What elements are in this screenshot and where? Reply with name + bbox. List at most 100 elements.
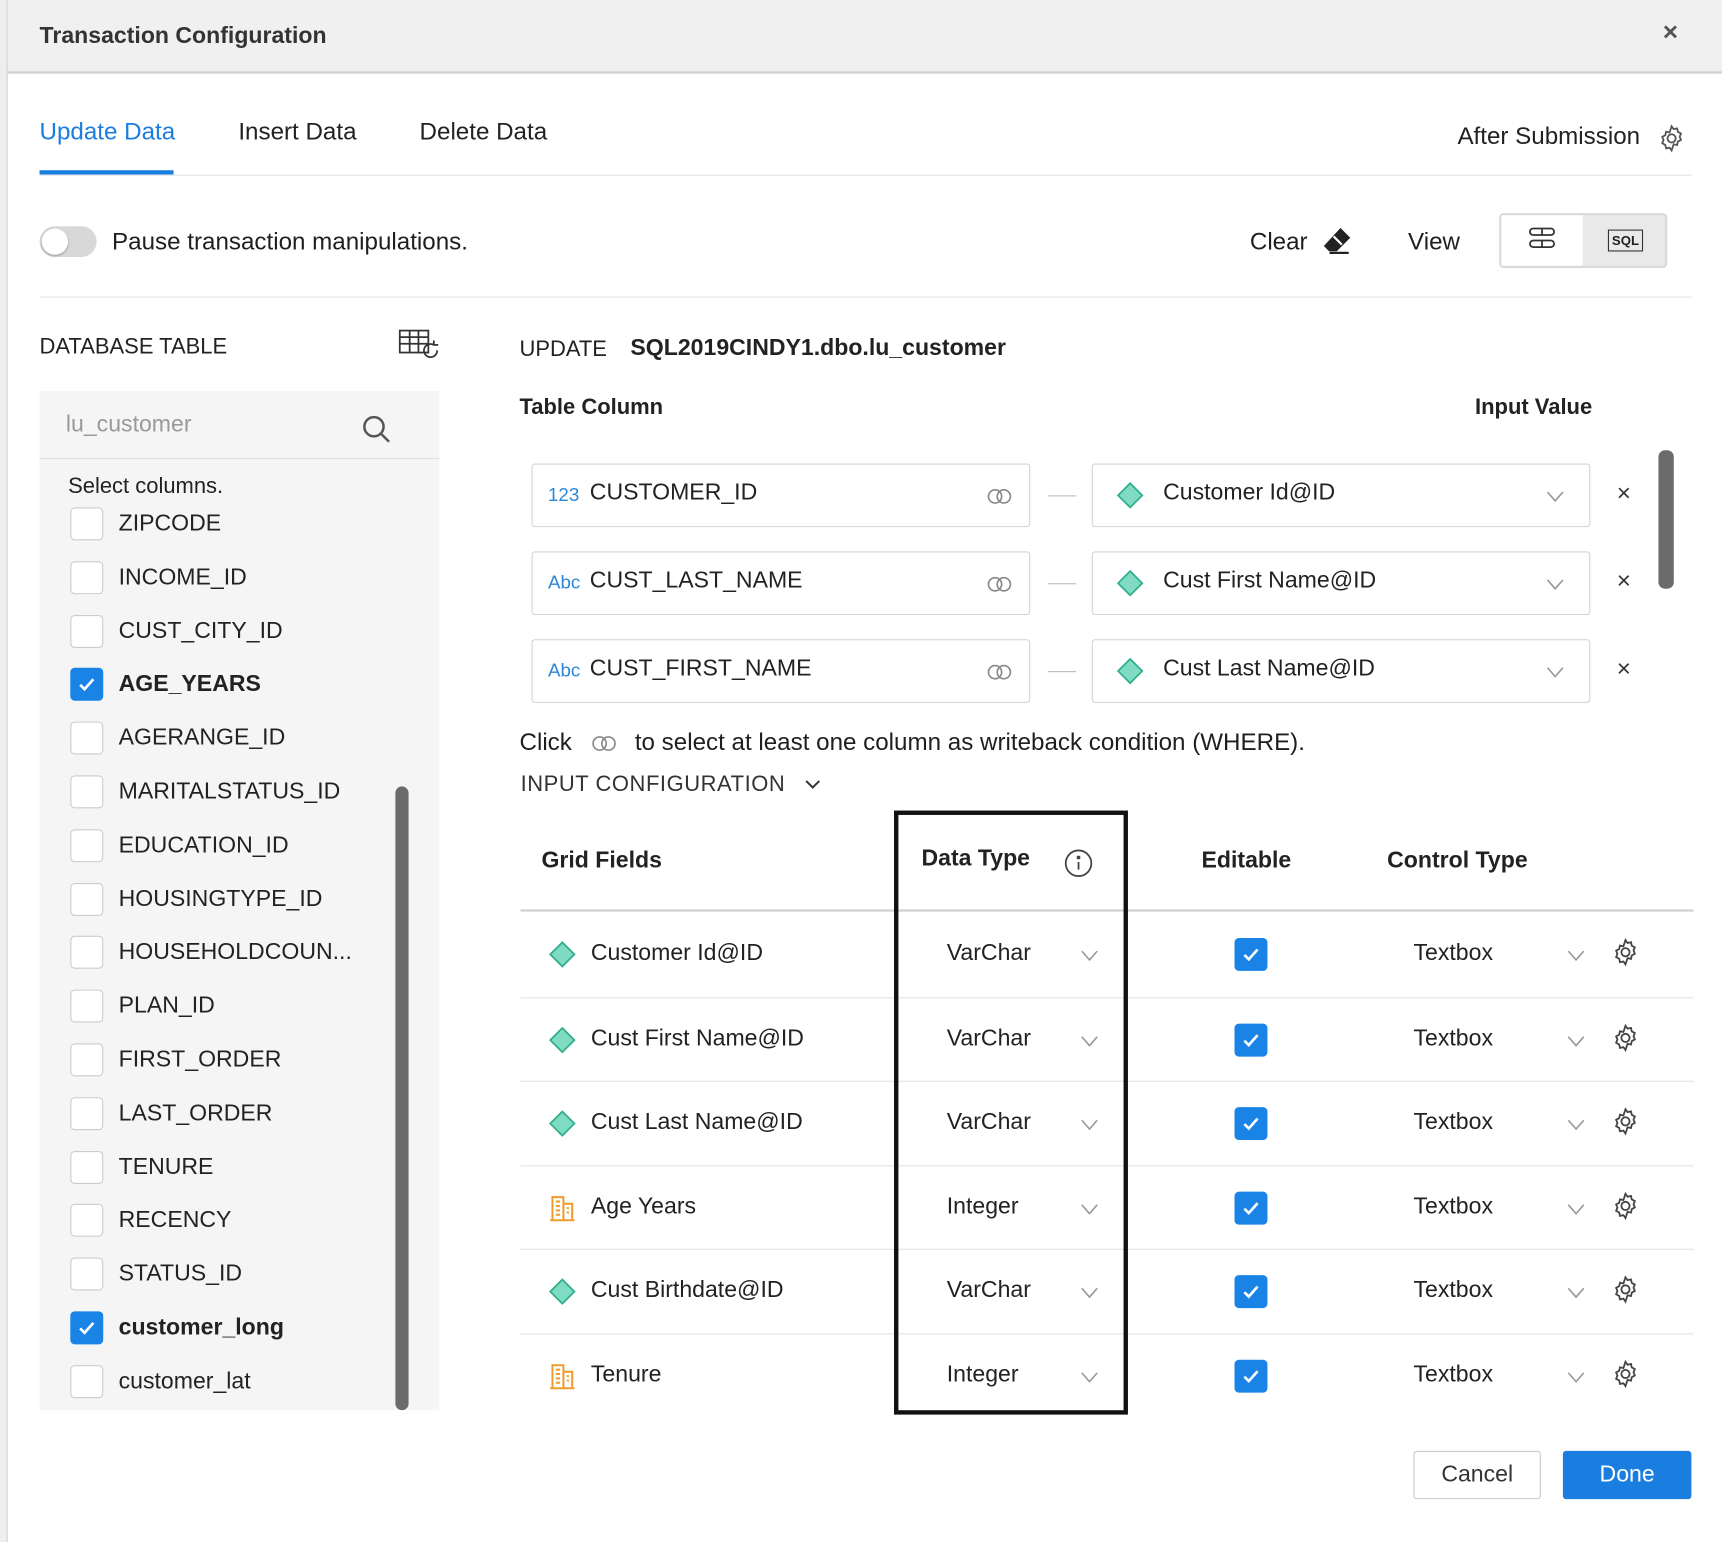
after-submission-label[interactable]: After Submission (1457, 122, 1640, 151)
column-item[interactable]: customer_lat (70, 1362, 251, 1402)
link-icon[interactable] (985, 484, 1014, 514)
column-checkbox[interactable] (70, 1096, 104, 1130)
column-checkbox[interactable] (70, 614, 104, 648)
column-checkbox[interactable] (70, 1204, 104, 1238)
column-name: TENURE (118, 1153, 214, 1180)
table-column-field[interactable]: Abc CUST_LAST_NAME (531, 551, 1031, 616)
table-refresh-icon[interactable] (398, 326, 442, 369)
column-item[interactable]: STATUS_ID (70, 1254, 242, 1294)
link-icon[interactable] (985, 572, 1014, 602)
column-item[interactable]: AGE_YEARS (70, 665, 261, 705)
tab-delete-data[interactable]: Delete Data (420, 118, 548, 147)
gear-icon[interactable] (1610, 1358, 1641, 1394)
editable-checkbox[interactable] (1234, 1359, 1268, 1393)
sql-view-button[interactable]: SQL (1585, 215, 1666, 266)
control-type-select[interactable]: Textbox (1414, 1025, 1493, 1051)
column-item[interactable]: PLAN_ID (70, 986, 215, 1026)
column-checkbox[interactable] (70, 936, 104, 970)
search-icon[interactable] (360, 413, 393, 451)
gear-icon[interactable] (1610, 1190, 1641, 1226)
column-item[interactable]: LAST_ORDER (70, 1094, 272, 1134)
column-checkbox[interactable] (70, 507, 104, 541)
remove-mapping-icon[interactable]: × (1617, 655, 1631, 684)
table-column-field[interactable]: Abc CUST_FIRST_NAME (531, 639, 1031, 703)
chevron-down-icon[interactable] (1564, 1365, 1588, 1395)
column-item[interactable]: TENURE (70, 1147, 213, 1187)
grid-view-button[interactable] (1501, 215, 1583, 266)
tab-update-data[interactable]: Update Data (40, 118, 176, 147)
input-configuration-toggle[interactable]: INPUT CONFIGURATION (521, 772, 786, 797)
column-item[interactable]: ZIPCODE (70, 504, 221, 544)
pause-toggle[interactable] (39, 226, 97, 258)
chevron-down-icon[interactable] (1564, 1113, 1588, 1143)
remove-mapping-icon[interactable]: × (1617, 479, 1631, 508)
chevron-down-icon[interactable] (1564, 1029, 1588, 1059)
chevron-down-icon[interactable] (801, 772, 825, 802)
gear-icon[interactable] (1656, 123, 1687, 159)
control-type-select[interactable]: Textbox (1414, 940, 1493, 966)
column-checkbox[interactable] (70, 1364, 104, 1398)
column-checkbox[interactable] (70, 1257, 104, 1291)
editable-checkbox[interactable] (1234, 1275, 1268, 1309)
column-item[interactable]: MARITALSTATUS_ID (70, 772, 340, 812)
column-checkbox[interactable] (70, 1043, 104, 1077)
done-button[interactable]: Done (1562, 1450, 1692, 1500)
control-type-select[interactable]: Textbox (1414, 1109, 1493, 1135)
eraser-icon[interactable] (1321, 224, 1354, 262)
chevron-down-icon[interactable] (1543, 572, 1567, 602)
column-item[interactable]: HOUSINGTYPE_ID (70, 879, 322, 919)
editable-checkbox[interactable] (1234, 1107, 1268, 1141)
gear-icon[interactable] (1610, 1106, 1641, 1142)
table-search-input[interactable] (65, 406, 352, 444)
column-checkbox[interactable] (70, 828, 104, 862)
table-column-field[interactable]: 123 CUSTOMER_ID (531, 463, 1031, 528)
control-type-select[interactable]: Textbox (1414, 1193, 1493, 1219)
column-item[interactable]: RECENCY (70, 1201, 231, 1241)
column-item[interactable]: customer_long (70, 1308, 284, 1348)
update-target-table: SQL2019CINDY1.dbo.lu_customer (630, 334, 1006, 361)
dialog-titlebar: Transaction Configuration × (7, 0, 1722, 74)
chevron-down-icon[interactable] (1543, 484, 1567, 514)
mapping-scrollbar[interactable] (1658, 450, 1674, 589)
column-checkbox[interactable] (70, 1150, 104, 1184)
gear-icon[interactable] (1610, 1022, 1641, 1058)
chevron-down-icon[interactable] (1564, 943, 1588, 973)
column-checkbox[interactable] (70, 561, 104, 594)
column-checkbox[interactable] (70, 775, 104, 809)
input-value-dropdown[interactable]: Customer Id@ID (1091, 463, 1591, 528)
column-checkbox[interactable] (70, 1311, 104, 1345)
gear-icon[interactable] (1610, 937, 1641, 973)
input-value-dropdown[interactable]: Cust First Name@ID (1091, 551, 1591, 616)
control-type-select[interactable]: Textbox (1414, 1277, 1493, 1303)
cancel-button[interactable]: Cancel (1413, 1450, 1541, 1500)
close-icon[interactable]: × (1663, 18, 1678, 49)
grid-field-name: Cust Last Name@ID (590, 1109, 803, 1135)
link-icon[interactable] (985, 660, 1014, 690)
column-checkbox[interactable] (70, 721, 104, 755)
column-item[interactable]: FIRST_ORDER (70, 1040, 281, 1080)
column-checkbox[interactable] (70, 882, 104, 916)
control-type-select[interactable]: Textbox (1414, 1361, 1493, 1387)
editable-checkbox[interactable] (1234, 1023, 1268, 1057)
column-checkbox[interactable] (70, 668, 104, 702)
chevron-down-icon[interactable] (1564, 1281, 1588, 1311)
column-item[interactable]: AGERANGE_ID (70, 718, 285, 758)
column-item[interactable]: EDUCATION_ID (70, 826, 289, 866)
editable-checkbox[interactable] (1234, 1191, 1268, 1225)
clear-button[interactable]: Clear (1250, 227, 1308, 256)
table-column-header: Table Column (519, 395, 664, 420)
tab-insert-data[interactable]: Insert Data (238, 118, 356, 147)
column-item[interactable]: INCOME_ID (70, 558, 247, 598)
chevron-down-icon[interactable] (1543, 660, 1567, 690)
chevron-down-icon[interactable] (1564, 1197, 1588, 1227)
column-checkbox[interactable] (70, 989, 104, 1023)
column-list-scrollbar[interactable] (395, 786, 409, 1411)
remove-mapping-icon[interactable]: × (1617, 567, 1631, 596)
database-table-heading: DATABASE TABLE (39, 334, 228, 360)
input-value-dropdown[interactable]: Cust Last Name@ID (1091, 639, 1591, 703)
column-item[interactable]: HOUSEHOLDCOUN... (70, 933, 352, 973)
editable-checkbox[interactable] (1234, 937, 1268, 971)
gear-icon[interactable] (1610, 1274, 1641, 1310)
column-item[interactable]: CUST_CITY_ID (70, 611, 283, 651)
column-name: PLAN_ID (118, 993, 215, 1019)
